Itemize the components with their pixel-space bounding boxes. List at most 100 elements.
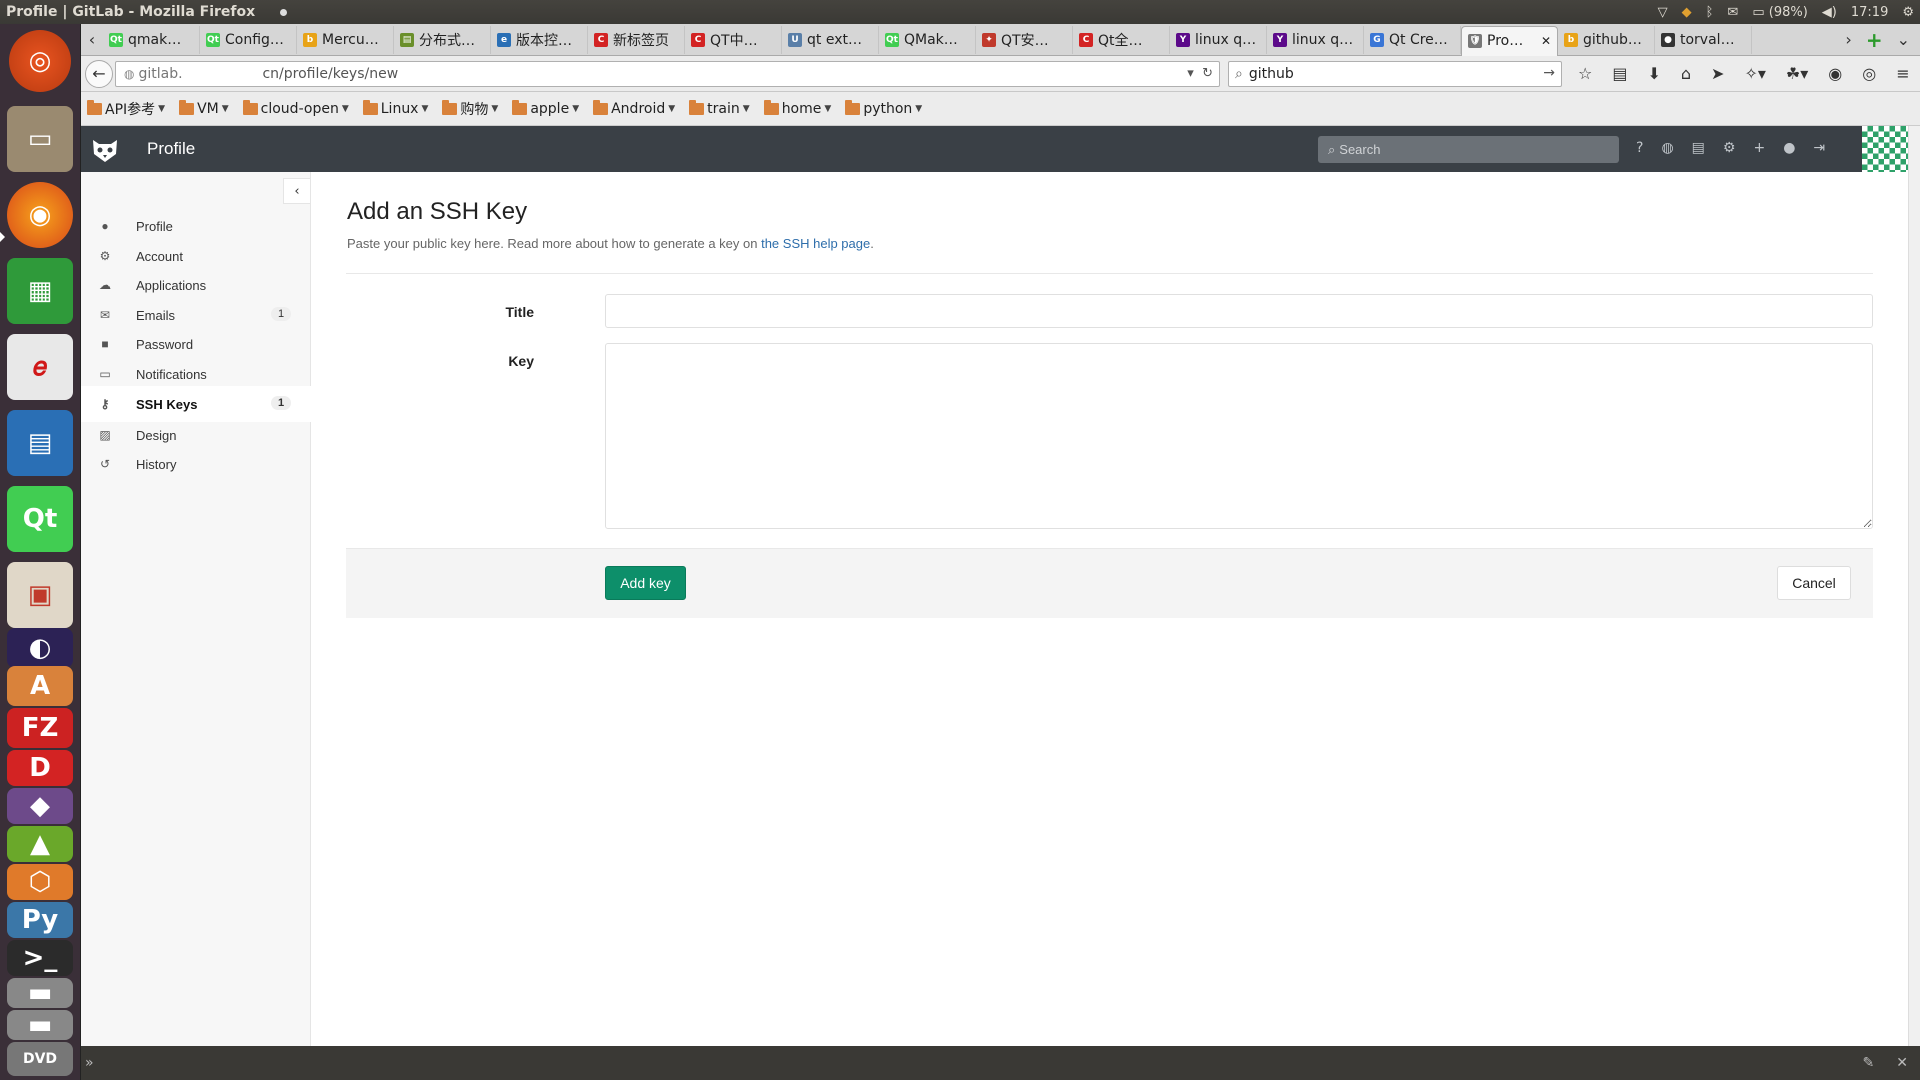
qt-creator-icon[interactable]: Qt bbox=[7, 486, 73, 552]
page-scrollbar[interactable] bbox=[1908, 126, 1920, 1046]
ubuntu-dash-icon[interactable]: ◎ bbox=[9, 30, 71, 92]
volume-icon[interactable]: ◀) bbox=[1822, 5, 1837, 20]
sign-out-icon[interactable]: ⇥ bbox=[1813, 140, 1825, 156]
bookmark-folder[interactable]: apple ▼ bbox=[512, 99, 579, 117]
mail-icon[interactable]: ✉ bbox=[1727, 5, 1738, 20]
browser-tab[interactable]: C Qt全… bbox=[1073, 25, 1170, 54]
collapse-sidebar-button[interactable]: ‹ bbox=[283, 178, 311, 204]
key-textarea[interactable] bbox=[605, 343, 1873, 529]
bookmark-folder[interactable]: API参考 ▼ bbox=[87, 99, 165, 119]
avatar[interactable] bbox=[1862, 126, 1908, 172]
gitlab-logo-icon[interactable] bbox=[89, 134, 121, 166]
bookmark-folder[interactable]: Linux ▼ bbox=[362, 99, 428, 117]
spreadsheet-icon[interactable]: ▦ bbox=[7, 258, 73, 324]
addon-bar-expand-icon[interactable]: » bbox=[85, 1055, 94, 1071]
browser-tab[interactable]: G Qt Cre… bbox=[1364, 25, 1461, 54]
software-center-icon[interactable]: A bbox=[7, 666, 73, 706]
new-tab-icon[interactable]: + bbox=[1866, 28, 1883, 52]
search-bar[interactable]: ⌕ github → bbox=[1228, 60, 1562, 87]
help-icon[interactable]: ? bbox=[1636, 140, 1643, 156]
app-icon-green[interactable]: ▲ bbox=[7, 826, 73, 862]
browser-tab[interactable]: e 版本控… bbox=[491, 25, 588, 54]
url-bar[interactable]: ◍ gitlab. cn/profile/keys/new ▾ ↻ bbox=[115, 60, 1220, 87]
reload-icon[interactable]: ↻ bbox=[1202, 66, 1213, 81]
sync-icon[interactable]: ◎ bbox=[1862, 64, 1876, 83]
tab-list-chevron-icon[interactable]: ⌄ bbox=[1897, 30, 1910, 49]
wifi-icon[interactable]: ▽ bbox=[1658, 5, 1668, 20]
tab-scroll-left-icon[interactable]: ‹ bbox=[81, 30, 103, 49]
browser-tab[interactable]: Ylinux q… bbox=[1170, 25, 1267, 54]
close-icon[interactable]: ✕ bbox=[1896, 1055, 1908, 1071]
evince-icon[interactable]: 𝑒 bbox=[7, 334, 73, 400]
home-icon[interactable]: ⌂ bbox=[1681, 64, 1691, 83]
wrench-icon[interactable]: ✎ bbox=[1863, 1055, 1875, 1071]
search-go-icon[interactable]: → bbox=[1543, 65, 1555, 81]
site-identity-icon[interactable]: ◍ bbox=[124, 67, 134, 81]
reading-list-icon[interactable]: ▤ bbox=[1612, 64, 1627, 83]
python-icon[interactable]: Py bbox=[7, 902, 73, 938]
bookmark-folder[interactable]: home ▼ bbox=[763, 99, 831, 117]
download-icon[interactable]: ⬇ bbox=[1647, 64, 1660, 83]
eclipse-icon[interactable]: ◐ bbox=[7, 628, 73, 668]
browser-tab[interactable]: Qt Config… bbox=[200, 25, 297, 54]
browser-tab[interactable]: Qt QMak… bbox=[879, 25, 976, 54]
profile-user-icon[interactable]: ● bbox=[1783, 140, 1795, 156]
add-key-button[interactable]: Add key bbox=[605, 566, 686, 600]
app-icon-orange[interactable]: ⬡ bbox=[7, 864, 73, 900]
drive-icon[interactable]: ▬ bbox=[7, 978, 73, 1008]
ssh-help-link[interactable]: the SSH help page bbox=[761, 236, 870, 251]
filezilla-icon[interactable]: FZ bbox=[7, 708, 73, 748]
header-title[interactable]: Profile bbox=[147, 139, 195, 159]
bookmark-folder[interactable]: Android ▼ bbox=[593, 99, 675, 117]
clock[interactable]: 17:19 bbox=[1851, 5, 1888, 20]
snippets-icon[interactable]: ▤ bbox=[1692, 140, 1705, 156]
writer-icon[interactable]: ▤ bbox=[7, 410, 73, 476]
battery-indicator[interactable]: ▭ (98%) bbox=[1752, 5, 1807, 20]
browser-tab[interactable]: ✦ QT安… bbox=[976, 25, 1073, 54]
chat-icon[interactable]: ◉ bbox=[1828, 64, 1842, 83]
browser-tab[interactable]: Uqt ext… bbox=[782, 25, 879, 54]
back-button[interactable]: ← bbox=[85, 59, 113, 88]
files-icon[interactable]: ▭ bbox=[7, 106, 73, 172]
bookmark-folder[interactable]: python ▼ bbox=[845, 99, 922, 117]
bluetooth-icon[interactable]: ᛒ bbox=[1706, 5, 1714, 20]
browser-tab[interactable]: C QT中… bbox=[685, 25, 782, 54]
bookmark-star-icon[interactable]: ☆ bbox=[1578, 64, 1592, 83]
browser-tab[interactable]: Qt qmak… bbox=[103, 25, 200, 54]
admin-cogs-icon[interactable]: ⚙ bbox=[1723, 140, 1736, 156]
gitlab-search-input[interactable]: ⌕ Search bbox=[1318, 136, 1619, 163]
firefox-icon[interactable]: ◉ bbox=[7, 182, 73, 248]
bookmark-folder[interactable]: cloud-open ▼ bbox=[242, 99, 349, 117]
browser-tab[interactable]: ● torval… bbox=[1655, 25, 1752, 54]
new-project-plus-icon[interactable]: + bbox=[1753, 140, 1765, 156]
cancel-button[interactable]: Cancel bbox=[1777, 566, 1851, 600]
bookmark-folder[interactable]: 购物 ▼ bbox=[442, 99, 498, 119]
app-icon-red[interactable]: D bbox=[7, 750, 73, 786]
impress-icon[interactable]: ▣ bbox=[7, 562, 73, 628]
sidebar-item-history[interactable]: ↺ History bbox=[81, 446, 311, 482]
browser-tab[interactable]: ▤ 分布式… bbox=[394, 25, 491, 54]
app-icon-purple[interactable]: ◆ bbox=[7, 788, 73, 824]
send-icon[interactable]: ➤ bbox=[1711, 64, 1724, 83]
dvd-icon[interactable]: DVD bbox=[7, 1042, 73, 1076]
bookmark-folder[interactable]: train ▼ bbox=[689, 99, 750, 117]
url-dropdown-icon[interactable]: ▾ bbox=[1187, 66, 1194, 81]
title-label: Title bbox=[505, 304, 534, 320]
bookmark-folder[interactable]: VM ▼ bbox=[179, 99, 229, 117]
menu-icon[interactable]: ≡ bbox=[1896, 64, 1909, 83]
addon-icon[interactable]: ☘▾ bbox=[1786, 64, 1808, 83]
browser-tab[interactable]: C 新标签页 bbox=[588, 25, 685, 54]
browser-tab[interactable]: 🛡 Pro… ✕ bbox=[1461, 25, 1558, 56]
browser-tab[interactable]: b github… bbox=[1558, 25, 1655, 54]
extension-icon[interactable]: ✧▾ bbox=[1744, 64, 1765, 83]
title-input[interactable] bbox=[605, 294, 1873, 328]
terminal-icon[interactable]: >_ bbox=[7, 940, 73, 976]
drive-icon-2[interactable]: ▬ bbox=[7, 1010, 73, 1040]
settings-gear-icon[interactable]: ⚙ bbox=[1902, 5, 1914, 20]
browser-tab[interactable]: Ylinux q… bbox=[1267, 25, 1364, 54]
explore-globe-icon[interactable]: ◍ bbox=[1661, 140, 1673, 156]
shield-icon[interactable]: ◆ bbox=[1682, 5, 1692, 20]
close-tab-icon[interactable]: ✕ bbox=[1541, 34, 1551, 48]
browser-tab[interactable]: b Mercu… bbox=[297, 25, 394, 54]
tab-scroll-right-icon[interactable]: › bbox=[1845, 30, 1851, 49]
